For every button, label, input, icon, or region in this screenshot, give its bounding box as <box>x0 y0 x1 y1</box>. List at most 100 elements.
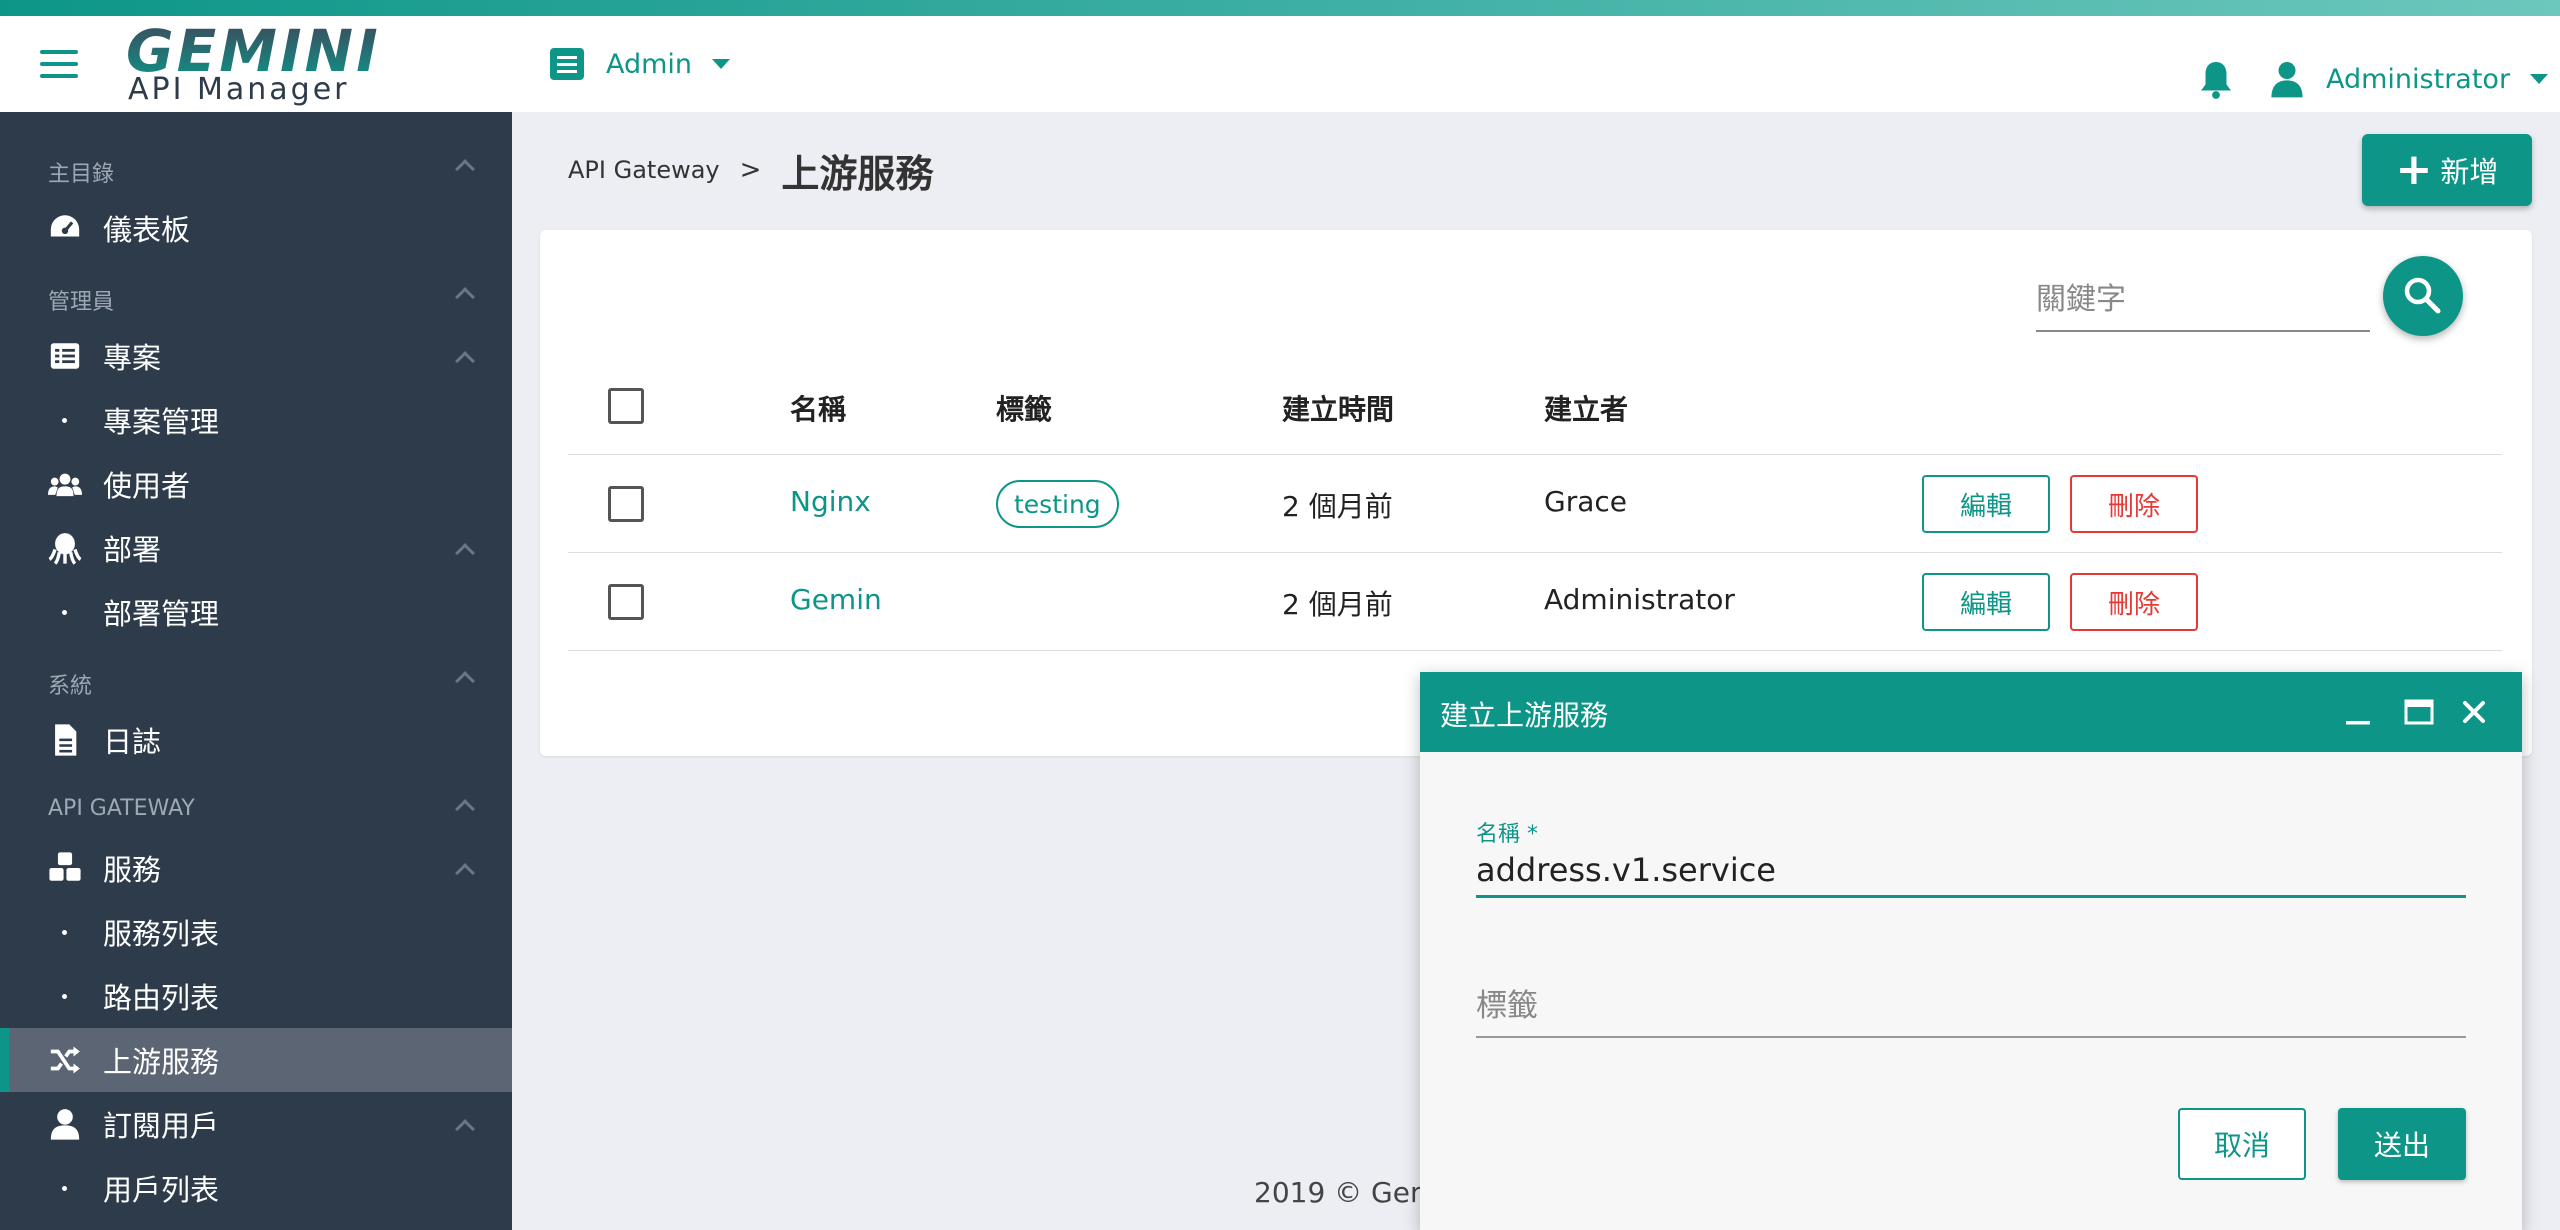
close-icon[interactable] <box>2454 692 2494 732</box>
sidebar-item-subscribers[interactable]: 訂閱用戶 <box>0 1092 512 1156</box>
select-all-checkbox[interactable] <box>608 388 644 424</box>
sidebar-item-deploy[interactable]: 部署 <box>0 516 512 580</box>
delete-button[interactable]: 刪除 <box>2070 573 2198 631</box>
row-created-at: 2 個月前 <box>1282 588 1393 621</box>
document-icon <box>55 724 77 756</box>
list-icon <box>550 48 584 80</box>
add-button[interactable]: + 新增 <box>2362 134 2532 206</box>
collapse-icon[interactable] <box>455 799 475 819</box>
user-icon <box>50 1109 80 1140</box>
sidebar-item-users[interactable]: 使用者 <box>0 452 512 516</box>
search-field <box>2036 268 2370 332</box>
row-checkbox[interactable] <box>608 486 644 522</box>
row-checkbox[interactable] <box>608 584 644 620</box>
users-icon <box>48 473 82 497</box>
app-header: GEMINI API Manager Admin Administrator <box>0 16 2560 112</box>
submit-button[interactable]: 送出 <box>2338 1108 2466 1180</box>
sidebar-item-label: 專案 <box>103 341 162 375</box>
sidebar-item-deploy-management[interactable]: 部署管理 <box>0 580 512 644</box>
octopus-icon <box>48 533 82 565</box>
add-button-label: 新增 <box>2440 155 2499 189</box>
bullet-icon <box>62 1185 67 1191</box>
sidebar-item-logs[interactable]: 日誌 <box>0 708 512 772</box>
tags-field[interactable] <box>1476 976 2466 1038</box>
menu-toggle-icon[interactable] <box>40 50 78 78</box>
app-logo[interactable]: GEMINI API Manager <box>122 19 378 108</box>
cancel-button[interactable]: 取消 <box>2178 1108 2306 1180</box>
dashboard-gauge-icon <box>50 215 80 237</box>
row-name-link[interactable]: Nginx <box>790 485 871 518</box>
minimize-icon[interactable] <box>2338 692 2378 732</box>
sidebar-item-label: 儀表板 <box>103 213 191 247</box>
search-icon <box>2404 277 2441 314</box>
sidebar-item-route-list[interactable]: 路由列表 <box>0 964 512 1028</box>
notification-bell-icon[interactable] <box>2198 60 2234 100</box>
breadcrumb: API Gateway > 上游服務 <box>568 140 933 200</box>
workspace-label: Admin <box>606 48 693 80</box>
sidebar-item-upstream-services[interactable]: 上游服務 <box>0 1028 512 1092</box>
sidebar-item-label: 日誌 <box>103 725 162 759</box>
sidebar-item-label: 使用者 <box>103 469 191 503</box>
shuffle-icon <box>50 1046 80 1074</box>
sidebar-item-label: 服務 <box>103 853 162 887</box>
column-header-created-at[interactable]: 建立時間 <box>1282 388 1394 428</box>
sidebar-item-project-management[interactable]: 專案管理 <box>0 388 512 452</box>
bullet-icon <box>62 417 67 423</box>
row-creator: Grace <box>1544 485 1627 518</box>
sidebar-section-system: 系統 <box>48 674 93 699</box>
sidebar-section-main: 主目錄 <box>48 162 115 187</box>
edit-button[interactable]: 編輯 <box>1922 475 2050 533</box>
user-menu[interactable]: Administrator <box>2270 56 2549 102</box>
table-row: Gemin 2 個月前 Administrator 編輯 刪除 <box>540 553 2532 650</box>
sidebar-item-dashboard[interactable]: 儀表板 <box>0 196 512 260</box>
logo-subtitle: API Manager <box>128 72 350 107</box>
sidebar-item-subscriber-list[interactable]: 用戶列表 <box>0 1156 512 1220</box>
table-header-row: 名稱 標籤 建立時間 建立者 <box>540 388 2532 448</box>
dialog-titlebar[interactable]: 建立上游服務 <box>1420 672 2522 752</box>
tag-chip: testing <box>996 480 1119 528</box>
sidebar-item-label: 服務列表 <box>103 917 220 951</box>
column-header-creator[interactable]: 建立者 <box>1544 388 1628 428</box>
search-input[interactable] <box>2036 268 2370 330</box>
sidebar-item-label: 專案管理 <box>103 405 220 439</box>
sidebar-item-service-list[interactable]: 服務列表 <box>0 900 512 964</box>
column-header-tags[interactable]: 標籤 <box>996 388 1052 428</box>
sidebar: 主目錄 儀表板 管理員 專案 專案管理 使用者 部署 部署管理 系統 日誌 AP… <box>0 112 512 1230</box>
collapse-icon[interactable] <box>455 287 475 307</box>
maximize-icon[interactable] <box>2398 692 2438 732</box>
sidebar-item-label: 上游服務 <box>103 1045 220 1079</box>
table-row: Nginx testing 2 個月前 Grace 編輯 刪除 <box>540 455 2532 552</box>
sidebar-item-label: 訂閱用戶 <box>103 1109 220 1143</box>
edit-button[interactable]: 編輯 <box>1922 573 2050 631</box>
dialog-title: 建立上游服務 <box>1440 699 1609 732</box>
collapse-icon[interactable] <box>455 159 475 179</box>
search-button[interactable] <box>2383 256 2463 336</box>
bullet-icon <box>62 993 67 999</box>
workspace-switcher[interactable]: Admin <box>550 38 731 90</box>
chevron-down-icon <box>2530 74 2549 84</box>
sidebar-item-projects[interactable]: 專案 <box>0 324 512 388</box>
row-name-link[interactable]: Gemin <box>790 583 882 616</box>
sidebar-section-api-gateway: API GATEWAY <box>48 796 195 821</box>
user-name: Administrator <box>2326 63 2511 95</box>
collapse-icon[interactable] <box>455 671 475 691</box>
delete-button[interactable]: 刪除 <box>2070 475 2198 533</box>
divider <box>568 650 2502 651</box>
row-created-at: 2 個月前 <box>1282 490 1393 523</box>
create-upstream-dialog: 建立上游服務 名稱 * 取消 送出 <box>1420 672 2522 1230</box>
page-title: 上游服務 <box>781 151 934 196</box>
sidebar-item-label: 路由列表 <box>103 981 220 1015</box>
user-icon <box>2271 62 2303 98</box>
sidebar-item-services[interactable]: 服務 <box>0 836 512 900</box>
list-icon <box>50 343 80 369</box>
chevron-down-icon <box>712 59 731 69</box>
sidebar-item-label: 部署 <box>103 533 162 567</box>
breadcrumb-parent[interactable]: API Gateway <box>568 156 720 184</box>
cubes-icon <box>49 852 81 881</box>
column-header-name[interactable]: 名稱 <box>790 388 846 428</box>
sidebar-item-label: 用戶列表 <box>103 1173 220 1207</box>
breadcrumb-separator: > <box>739 155 762 185</box>
name-field[interactable] <box>1476 844 2466 898</box>
sidebar-section-admin: 管理員 <box>48 290 115 315</box>
footer-copyright: 2019 © Gem <box>1254 1176 1438 1209</box>
